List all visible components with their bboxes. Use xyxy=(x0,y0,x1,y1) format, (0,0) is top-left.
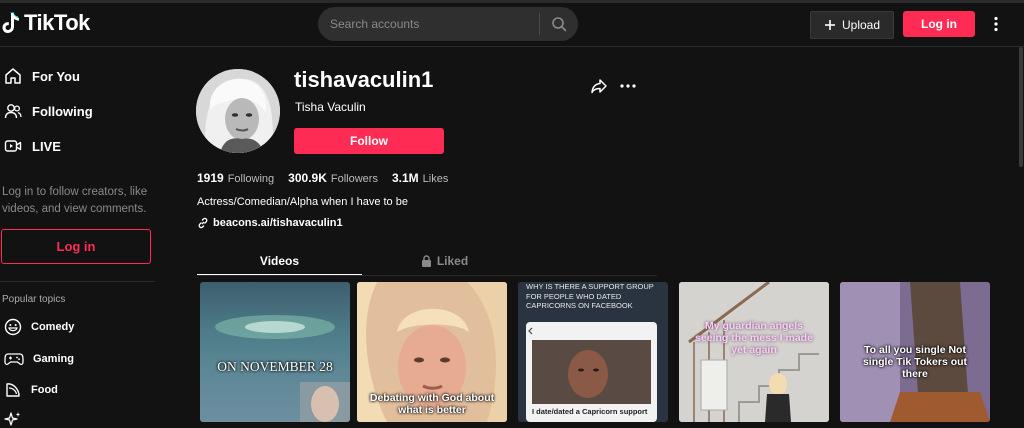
follow-button[interactable]: Follow xyxy=(294,128,444,154)
logo-text: TikTok xyxy=(24,10,90,35)
following-count: 1919 xyxy=(197,171,224,185)
scrollbar[interactable] xyxy=(1019,47,1023,167)
video-thumbnail[interactable]: ON NOVEMBER 28 xyxy=(200,282,350,422)
top-border xyxy=(0,0,1024,3)
topic-label: Food xyxy=(31,384,58,396)
upload-label: Upload xyxy=(841,18,881,32)
followers-label: Followers xyxy=(330,173,378,185)
likes-label: Likes xyxy=(422,173,449,185)
tab-liked[interactable]: Liked xyxy=(362,248,527,274)
search-button[interactable] xyxy=(540,7,578,41)
tabs-divider xyxy=(197,275,657,276)
profile-display-name: Tisha Vaculin xyxy=(295,100,366,114)
search-input[interactable] xyxy=(318,16,539,32)
profile-bio: Actress/Comedian/Alpha when I have to be xyxy=(197,196,408,208)
video-thumbnail[interactable]: WHY IS THERE A SUPPORT GROUP FOR PEOPLE … xyxy=(518,282,668,422)
sidebar-login-button[interactable]: Log in xyxy=(1,229,151,264)
topic-gaming[interactable]: Gaming xyxy=(4,350,74,368)
topic-comedy[interactable]: Comedy xyxy=(4,318,74,336)
share-button[interactable] xyxy=(590,77,608,100)
video-caption: My guardian angels seeing the mess I mad… xyxy=(695,320,813,356)
video-thumbnail[interactable]: Debating with God about what is better xyxy=(357,282,507,422)
topic-food[interactable]: Food xyxy=(4,381,58,399)
profile-link-text: beacons.ai/tishavaculin1 xyxy=(213,217,343,229)
profile-stats: 1919 Following 300.9K Followers 3.1M Likes xyxy=(197,171,448,185)
followers-count: 300.9K xyxy=(288,171,327,185)
gaming-icon xyxy=(4,353,24,366)
profile-username: tishavaculin1 xyxy=(294,67,434,92)
video-caption: To all you single Not single Tik Tokers … xyxy=(862,344,968,380)
upload-button[interactable]: Upload xyxy=(810,11,894,39)
video-thumbnail[interactable]: My guardian angels seeing the mess I mad… xyxy=(679,282,829,422)
home-icon xyxy=(5,68,21,84)
avatar xyxy=(196,69,280,153)
likes-count: 3.1M xyxy=(391,171,419,185)
likes-stat: 3.1M Likes xyxy=(392,171,448,185)
thumbnail-image xyxy=(215,315,350,422)
video-header-text: WHY IS THERE A SUPPORT GROUP FOR PEOPLE … xyxy=(526,282,654,310)
following-stat[interactable]: 1919 Following xyxy=(197,171,274,185)
topic-label: Gaming xyxy=(33,353,74,365)
tiktok-logo-icon xyxy=(2,12,19,33)
sidebar-divider xyxy=(0,281,155,282)
sidebar-item-label: Following xyxy=(32,103,93,119)
more-vertical-icon xyxy=(994,16,998,32)
more-menu-button[interactable] xyxy=(988,13,1004,35)
sidebar-item-for-you[interactable]: For You xyxy=(4,67,80,85)
search-bar xyxy=(318,7,578,41)
video-caption: Debating with God about what is better xyxy=(369,392,495,416)
login-prompt-text: Log in to follow creators, like videos, … xyxy=(2,186,148,215)
comedy-icon xyxy=(4,318,22,336)
lock-icon xyxy=(421,255,431,267)
food-icon xyxy=(6,383,20,397)
sidebar-item-label: LIVE xyxy=(32,138,61,154)
more-horizontal-icon xyxy=(620,84,636,88)
plus-icon xyxy=(824,20,835,30)
embedded-card: I date/dated a Capricorn support xyxy=(526,322,657,422)
sidebar: For You Following LIVE Log in to follow … xyxy=(0,47,160,426)
popular-topics-title: Popular topics xyxy=(2,294,66,305)
sidebar-item-live[interactable]: LIVE xyxy=(4,137,61,155)
top-bar: TikTok Upload Log in xyxy=(0,0,1024,47)
link-icon xyxy=(198,217,208,229)
topic-more[interactable] xyxy=(4,410,22,428)
video-caption: ON NOVEMBER 28 xyxy=(217,359,333,374)
tab-videos[interactable]: Videos xyxy=(197,248,362,276)
sidebar-item-label: For You xyxy=(32,68,80,84)
followers-stat[interactable]: 300.9K Followers xyxy=(288,171,378,185)
share-icon xyxy=(591,79,607,94)
tab-liked-label: Liked xyxy=(436,254,469,268)
profile-link[interactable]: beacons.ai/tishavaculin1 xyxy=(197,217,343,229)
following-label: Following xyxy=(227,173,275,185)
embedded-card-text: I date/dated a Capricorn support xyxy=(532,407,648,416)
avatar-photo xyxy=(196,69,280,153)
tiktok-logo[interactable]: TikTok xyxy=(2,10,90,36)
login-button[interactable]: Log in xyxy=(903,11,975,37)
sparkle-icon xyxy=(4,412,21,426)
topic-label: Comedy xyxy=(31,321,75,333)
video-thumbnail[interactable]: To all you single Not single Tik Tokers … xyxy=(840,282,990,422)
sidebar-item-following[interactable]: Following xyxy=(4,102,93,120)
search-icon xyxy=(552,17,567,32)
live-icon xyxy=(4,140,22,152)
profile-more-button[interactable] xyxy=(619,77,637,100)
users-icon xyxy=(4,104,22,119)
